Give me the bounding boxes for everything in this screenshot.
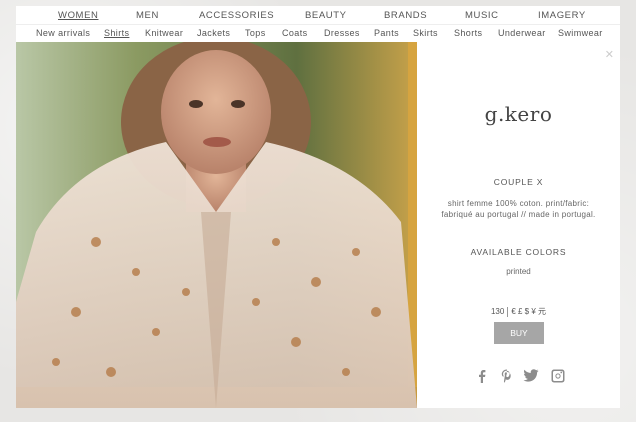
subnav-jackets[interactable]: Jackets (197, 28, 230, 38)
available-colors-heading: AVAILABLE COLORS (470, 247, 567, 257)
product-panel: ✕ g.kero COUPLE X shirt femme 100% coton… (417, 42, 620, 408)
color-option[interactable]: printed (417, 267, 620, 276)
nav-women[interactable]: WOMEN (58, 10, 98, 21)
buy-button[interactable]: BUY (494, 322, 544, 344)
category-navigation: New arrivals Shirts Knitwear Jackets Top… (16, 24, 620, 42)
currency-selector[interactable]: € £ $ ¥ 元 (511, 307, 546, 316)
close-icon[interactable]: ✕ (605, 48, 614, 61)
subnav-underwear[interactable]: Underwear (498, 28, 546, 38)
subnav-shorts[interactable]: Shorts (454, 28, 482, 38)
nav-brands[interactable]: BRANDS (384, 10, 427, 21)
nav-accessories[interactable]: ACCESSORIES (199, 10, 274, 21)
nav-beauty[interactable]: BEAUTY (305, 10, 347, 21)
brand-name[interactable]: g.kero (417, 102, 620, 126)
nav-music[interactable]: MUSIC (465, 10, 499, 21)
subnav-knitwear[interactable]: Knitwear (145, 28, 183, 38)
page: WOMEN MEN ACCESSORIES BEAUTY BRANDS MUSI… (0, 0, 636, 422)
subnav-dresses[interactable]: Dresses (324, 28, 360, 38)
subnav-swimwear[interactable]: Swimwear (558, 28, 603, 38)
price: 130 (490, 307, 505, 316)
nav-men[interactable]: MEN (136, 10, 159, 21)
price-divider (507, 306, 509, 317)
facebook-icon[interactable] (475, 369, 489, 388)
pinterest-icon[interactable] (500, 369, 514, 388)
subnav-shirts[interactable]: Shirts (104, 28, 129, 38)
nav-imagery[interactable]: IMAGERY (538, 10, 586, 21)
product-photo[interactable] (16, 42, 417, 408)
subnav-pants[interactable]: Pants (374, 28, 399, 38)
product-description: shirt femme 100% coton. print/fabric: fa… (441, 199, 596, 219)
subnav-new-arrivals[interactable]: New arrivals (36, 28, 90, 38)
subnav-coats[interactable]: Coats (282, 28, 308, 38)
subnav-skirts[interactable]: Skirts (413, 28, 438, 38)
price-row: 130 € £ $ ¥ 元 (417, 306, 620, 317)
product-photo-illustration (16, 42, 417, 408)
product-name: COUPLE X (493, 177, 544, 187)
instagram-icon[interactable] (551, 369, 565, 388)
main-navigation: WOMEN MEN ACCESSORIES BEAUTY BRANDS MUSI… (16, 6, 620, 24)
twitter-icon[interactable] (523, 369, 539, 388)
subnav-tops[interactable]: Tops (245, 28, 266, 38)
